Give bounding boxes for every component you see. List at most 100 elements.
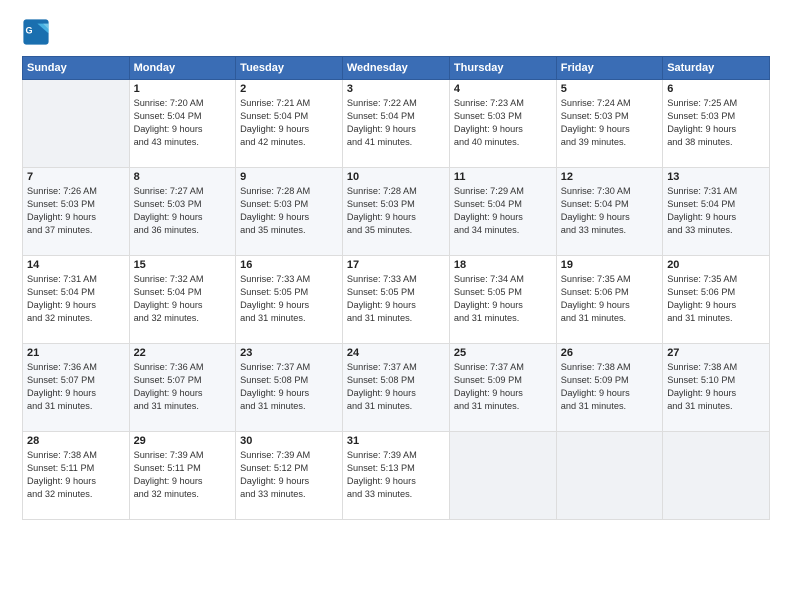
logo-icon: G	[22, 18, 50, 46]
weekday-header-friday: Friday	[556, 57, 662, 80]
header: G	[22, 18, 770, 46]
day-number: 27	[667, 347, 765, 359]
calendar-cell: 3Sunrise: 7:22 AM Sunset: 5:04 PM Daylig…	[342, 80, 449, 168]
day-info: Sunrise: 7:25 AM Sunset: 5:03 PM Dayligh…	[667, 97, 765, 149]
svg-text:G: G	[26, 25, 33, 35]
calendar-cell	[449, 432, 556, 520]
day-info: Sunrise: 7:28 AM Sunset: 5:03 PM Dayligh…	[240, 185, 338, 237]
calendar-cell: 10Sunrise: 7:28 AM Sunset: 5:03 PM Dayli…	[342, 168, 449, 256]
weekday-header-tuesday: Tuesday	[236, 57, 343, 80]
day-number: 17	[347, 259, 445, 271]
day-info: Sunrise: 7:37 AM Sunset: 5:08 PM Dayligh…	[347, 361, 445, 413]
day-info: Sunrise: 7:39 AM Sunset: 5:13 PM Dayligh…	[347, 449, 445, 501]
day-info: Sunrise: 7:31 AM Sunset: 5:04 PM Dayligh…	[27, 273, 125, 325]
day-info: Sunrise: 7:33 AM Sunset: 5:05 PM Dayligh…	[240, 273, 338, 325]
day-info: Sunrise: 7:31 AM Sunset: 5:04 PM Dayligh…	[667, 185, 765, 237]
day-number: 21	[27, 347, 125, 359]
day-number: 10	[347, 171, 445, 183]
day-info: Sunrise: 7:22 AM Sunset: 5:04 PM Dayligh…	[347, 97, 445, 149]
day-info: Sunrise: 7:38 AM Sunset: 5:09 PM Dayligh…	[561, 361, 658, 413]
calendar-cell	[663, 432, 770, 520]
calendar-cell: 23 Sunrise: 7:37 AM Sunset: 5:08 PM Dayli…	[236, 344, 343, 432]
day-info: Sunrise: 7:24 AM Sunset: 5:03 PM Dayligh…	[561, 97, 658, 149]
calendar-cell: 17Sunrise: 7:33 AM Sunset: 5:05 PM Dayli…	[342, 256, 449, 344]
weekday-header-sunday: Sunday	[23, 57, 130, 80]
page-container: G SundayMondayTuesdayWednesdayThursdayFr…	[0, 0, 792, 530]
calendar-cell: 18Sunrise: 7:34 AM Sunset: 5:05 PM Dayli…	[449, 256, 556, 344]
day-number: 12	[561, 171, 658, 183]
day-info: Sunrise: 7:29 AM Sunset: 5:04 PM Dayligh…	[454, 185, 552, 237]
calendar-cell: 14 Sunrise: 7:31 AM Sunset: 5:04 PM Dayli…	[23, 256, 130, 344]
day-info: Sunrise: 7:30 AM Sunset: 5:04 PM Dayligh…	[561, 185, 658, 237]
day-number: 8	[134, 171, 232, 183]
day-info: Sunrise: 7:36 AM Sunset: 5:07 PM Dayligh…	[27, 361, 125, 413]
day-number: 20	[667, 259, 765, 271]
day-number: 24	[347, 347, 445, 359]
calendar-cell: 24 Sunrise: 7:37 AM Sunset: 5:08 PM Dayli…	[342, 344, 449, 432]
calendar-cell: 13 Sunrise: 7:31 AM Sunset: 5:04 PM Dayli…	[663, 168, 770, 256]
day-number: 13	[667, 171, 765, 183]
calendar-week-1: 1 Sunrise: 7:20 AM Sunset: 5:04 PM Daylig…	[23, 80, 770, 168]
calendar-week-3: 14 Sunrise: 7:31 AM Sunset: 5:04 PM Dayli…	[23, 256, 770, 344]
day-number: 14	[27, 259, 125, 271]
day-info: Sunrise: 7:37 AM Sunset: 5:08 PM Dayligh…	[240, 361, 338, 413]
calendar-cell: 1 Sunrise: 7:20 AM Sunset: 5:04 PM Daylig…	[129, 80, 236, 168]
day-number: 5	[561, 83, 658, 95]
day-number: 7	[27, 171, 125, 183]
calendar-week-4: 21 Sunrise: 7:36 AM Sunset: 5:07 PM Dayli…	[23, 344, 770, 432]
calendar-cell: 21 Sunrise: 7:36 AM Sunset: 5:07 PM Dayli…	[23, 344, 130, 432]
day-number: 16	[240, 259, 338, 271]
calendar-table: SundayMondayTuesdayWednesdayThursdayFrid…	[22, 56, 770, 520]
day-number: 1	[134, 83, 232, 95]
day-info: Sunrise: 7:38 AM Sunset: 5:10 PM Dayligh…	[667, 361, 765, 413]
calendar-cell	[556, 432, 662, 520]
day-number: 19	[561, 259, 658, 271]
calendar-week-5: 28 Sunrise: 7:38 AM Sunset: 5:11 PM Dayli…	[23, 432, 770, 520]
calendar-cell: 7 Sunrise: 7:26 AM Sunset: 5:03 PM Daylig…	[23, 168, 130, 256]
day-number: 26	[561, 347, 658, 359]
day-info: Sunrise: 7:37 AM Sunset: 5:09 PM Dayligh…	[454, 361, 552, 413]
day-info: Sunrise: 7:39 AM Sunset: 5:11 PM Dayligh…	[134, 449, 232, 501]
calendar-cell: 4 Sunrise: 7:23 AM Sunset: 5:03 PM Daylig…	[449, 80, 556, 168]
weekday-header-row: SundayMondayTuesdayWednesdayThursdayFrid…	[23, 57, 770, 80]
calendar-cell: 2Sunrise: 7:21 AM Sunset: 5:04 PM Daylig…	[236, 80, 343, 168]
day-number: 23	[240, 347, 338, 359]
day-info: Sunrise: 7:27 AM Sunset: 5:03 PM Dayligh…	[134, 185, 232, 237]
calendar-header: SundayMondayTuesdayWednesdayThursdayFrid…	[23, 57, 770, 80]
calendar-cell: 29Sunrise: 7:39 AM Sunset: 5:11 PM Dayli…	[129, 432, 236, 520]
calendar-cell: 9 Sunrise: 7:28 AM Sunset: 5:03 PM Daylig…	[236, 168, 343, 256]
calendar-cell: 16 Sunrise: 7:33 AM Sunset: 5:05 PM Dayli…	[236, 256, 343, 344]
day-number: 9	[240, 171, 338, 183]
day-number: 11	[454, 171, 552, 183]
day-number: 2	[240, 83, 338, 95]
day-number: 4	[454, 83, 552, 95]
day-number: 22	[134, 347, 232, 359]
calendar-cell: 31 Sunrise: 7:39 AM Sunset: 5:13 PM Dayli…	[342, 432, 449, 520]
calendar-cell: 25Sunrise: 7:37 AM Sunset: 5:09 PM Dayli…	[449, 344, 556, 432]
day-info: Sunrise: 7:35 AM Sunset: 5:06 PM Dayligh…	[667, 273, 765, 325]
day-number: 15	[134, 259, 232, 271]
day-number: 30	[240, 435, 338, 447]
day-info: Sunrise: 7:26 AM Sunset: 5:03 PM Dayligh…	[27, 185, 125, 237]
logo: G	[22, 18, 52, 46]
calendar-cell: 26 Sunrise: 7:38 AM Sunset: 5:09 PM Dayli…	[556, 344, 662, 432]
day-info: Sunrise: 7:35 AM Sunset: 5:06 PM Dayligh…	[561, 273, 658, 325]
day-number: 31	[347, 435, 445, 447]
calendar-cell: 8 Sunrise: 7:27 AM Sunset: 5:03 PM Daylig…	[129, 168, 236, 256]
day-info: Sunrise: 7:32 AM Sunset: 5:04 PM Dayligh…	[134, 273, 232, 325]
day-info: Sunrise: 7:39 AM Sunset: 5:12 PM Dayligh…	[240, 449, 338, 501]
day-info: Sunrise: 7:38 AM Sunset: 5:11 PM Dayligh…	[27, 449, 125, 501]
day-info: Sunrise: 7:36 AM Sunset: 5:07 PM Dayligh…	[134, 361, 232, 413]
weekday-header-wednesday: Wednesday	[342, 57, 449, 80]
day-info: Sunrise: 7:20 AM Sunset: 5:04 PM Dayligh…	[134, 97, 232, 149]
weekday-header-thursday: Thursday	[449, 57, 556, 80]
day-number: 28	[27, 435, 125, 447]
calendar-cell: 30 Sunrise: 7:39 AM Sunset: 5:12 PM Dayli…	[236, 432, 343, 520]
weekday-header-monday: Monday	[129, 57, 236, 80]
calendar-cell	[23, 80, 130, 168]
calendar-week-2: 7 Sunrise: 7:26 AM Sunset: 5:03 PM Daylig…	[23, 168, 770, 256]
calendar-cell: 19 Sunrise: 7:35 AM Sunset: 5:06 PM Dayli…	[556, 256, 662, 344]
day-info: Sunrise: 7:34 AM Sunset: 5:05 PM Dayligh…	[454, 273, 552, 325]
weekday-header-saturday: Saturday	[663, 57, 770, 80]
day-info: Sunrise: 7:23 AM Sunset: 5:03 PM Dayligh…	[454, 97, 552, 149]
